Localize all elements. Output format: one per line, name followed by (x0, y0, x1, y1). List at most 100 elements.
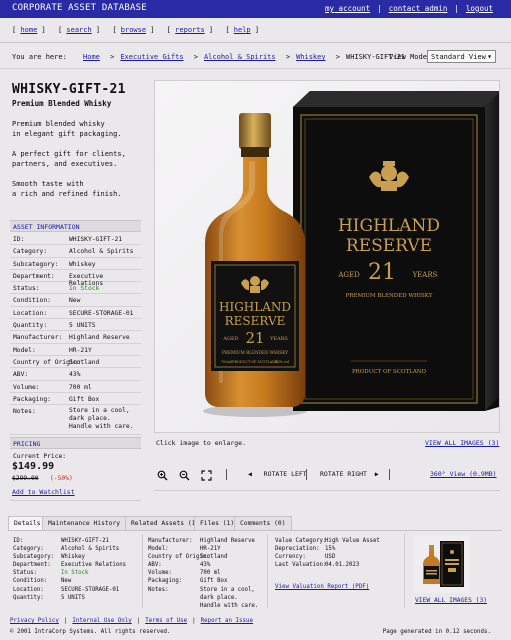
app-title: CORPORATE ASSET DATABASE (12, 3, 147, 13)
detail-value: New (61, 578, 72, 585)
bottle-origin: PRODUCT OF SCOTLAND (232, 360, 278, 364)
details-column-2: Manufacturer: Highland Reserve Model: HR-2… (148, 537, 263, 610)
rotate-left-button[interactable]: ◀ ROTATE LEFT (248, 470, 307, 478)
breadcrumb-prefix: You are here: (12, 53, 67, 61)
divider (154, 490, 500, 491)
nav-reports-link[interactable]: reports (175, 26, 205, 34)
description-line: A perfect gift for clients, (12, 150, 126, 158)
tab-details[interactable]: Details (8, 516, 47, 531)
info-key: Packaging: (13, 395, 51, 403)
info-key: ABV: (13, 371, 29, 379)
nav-help-link[interactable]: help (234, 26, 251, 34)
info-row: Packaging: Gift Box (10, 393, 141, 406)
logout-link[interactable]: logout (466, 4, 493, 13)
detail-key: Quantity: (13, 594, 44, 601)
box-brand-line: HIGHLAND (338, 216, 440, 236)
details-column-1: ID: WHISKY-GIFT-21 Category: Alcohol & Spi… (13, 537, 138, 602)
description-line: Premium blended whisky (12, 120, 105, 128)
view-all-images-link-secondary[interactable]: VIEW ALL IMAGES (3) (415, 597, 487, 604)
info-value: WHISKY-GIFT-21 (69, 236, 123, 243)
pricing-header: PRICING (10, 437, 141, 449)
info-row: Subcategory: Whiskey (10, 258, 141, 270)
notes-line: dark place. (69, 415, 111, 423)
privacy-policy-link[interactable]: Privacy Policy (10, 618, 59, 624)
view-mode-label: View Mode: (389, 53, 432, 61)
detail-value: Gift Box (200, 578, 228, 585)
box-origin: PRODUCT OF SCOTLAND (352, 369, 427, 375)
bottle-age-number: 21 (245, 329, 264, 347)
breadcrumb-separator: > (110, 53, 115, 61)
asset-subtitle: Premium Blended Whisky (12, 99, 112, 108)
product-thumbnail[interactable] (414, 535, 470, 593)
box-years: YEARS (412, 271, 438, 279)
box-age-number: 21 (368, 260, 396, 285)
status-value: In Stock (69, 285, 100, 293)
info-key: Notes: (13, 408, 36, 416)
info-key: Status: (13, 285, 40, 293)
tab-comments[interactable]: Comments (0) (234, 516, 292, 530)
zoom-out-icon[interactable] (179, 470, 190, 483)
my-account-link[interactable]: my_account (325, 4, 370, 13)
nav-home-link[interactable]: home (20, 26, 37, 34)
box-aged: AGED (337, 271, 360, 279)
breadcrumb-home[interactable]: Home (83, 53, 100, 61)
breadcrumb-whiskey[interactable]: Whiskey (296, 53, 326, 61)
info-row: Notes: Store in a cool, dark place. Handle … (10, 405, 141, 436)
breadcrumb-executive-gifts[interactable]: Executive Gifts (120, 53, 183, 61)
info-row: Category: Alcohol & Spirits (10, 245, 141, 258)
bottle-years: YEARS (269, 336, 288, 342)
info-row: Volume: 700 ml (10, 381, 141, 393)
chevron-down-icon: ▾ (487, 52, 492, 61)
detail-value: 04.01.2023 (325, 562, 360, 569)
nav-browse-link[interactable]: browse (121, 26, 146, 34)
detail-key: Location: (13, 586, 44, 593)
detail-value: 15% (325, 546, 336, 553)
rotate-left-label: ROTATE LEFT (263, 470, 307, 478)
detail-key: ABV: (148, 562, 162, 569)
view-all-images-link[interactable]: VIEW ALL IMAGES (3) (425, 439, 499, 447)
breadcrumb-alcohol-spirits[interactable]: Alcohol & Spirits (204, 53, 276, 61)
info-key: Manufacturer: (13, 334, 63, 342)
nav-search-link[interactable]: search (66, 26, 91, 34)
column-divider (267, 534, 268, 608)
view-mode-select[interactable]: Standard View ▾ (427, 50, 496, 63)
report-issue-link[interactable]: Report an Issue (201, 618, 253, 624)
notes-line: Handle with care. (69, 423, 134, 431)
detail-value: Store in a cool, (200, 586, 255, 593)
detail-key: Manufacturer: (148, 538, 193, 544)
description-line: Smooth taste with (12, 180, 84, 188)
detail-value: 700 ml (200, 570, 221, 577)
terms-of-use-link[interactable]: Terms of Use (145, 618, 187, 624)
separator: | (377, 4, 382, 13)
product-image-viewer[interactable]: HIGHLAND RESERVE AGED 21 YEARS PREMIUM B… (154, 80, 500, 433)
view-360-link[interactable]: 360° View (0.9MB) (430, 470, 497, 478)
info-key: Department: (13, 272, 55, 280)
rotate-right-button[interactable]: ROTATE RIGHT ▶ (320, 470, 379, 478)
bottle-type: PREMIUM BLENDED WHISKY (222, 350, 288, 355)
discount-badge: (-50%) (50, 475, 73, 482)
contact-admin-link[interactable]: contact_admin (389, 4, 448, 13)
detail-key: Status: (13, 570, 37, 577)
divider (10, 500, 141, 501)
info-key: Volume: (13, 383, 40, 391)
bottle-brand-line: HIGHLAND (219, 300, 291, 314)
internal-use-only-link[interactable]: Internal Use Only (72, 618, 131, 624)
detail-key: ID: (13, 538, 24, 544)
zoom-in-icon[interactable] (157, 470, 168, 483)
add-to-watchlist-link[interactable]: Add to Watchlist (12, 488, 75, 496)
detail-value: USD (325, 554, 336, 561)
info-value: 5 UNITS (69, 322, 96, 330)
top-bar: CORPORATE ASSET DATABASE my_account | cont… (0, 0, 511, 18)
divider (0, 42, 511, 43)
info-key: Location: (13, 309, 48, 317)
arrow-left-icon: ◀ (248, 470, 252, 478)
box-brand-line: RESERVE (346, 236, 432, 256)
arrow-right-icon: ▶ (374, 470, 379, 478)
info-key: Condition: (13, 297, 51, 305)
page-generated-time: Page generated in 0.12 seconds. (382, 629, 491, 635)
info-row: Quantity: 5 UNITS (10, 319, 141, 332)
fullscreen-icon[interactable] (201, 470, 212, 483)
info-row: ID: WHISKY-GIFT-21 (10, 233, 141, 246)
valuation-report-link[interactable]: View Valuation Report (PDF) (275, 584, 369, 590)
breadcrumb-separator: > (335, 53, 341, 61)
